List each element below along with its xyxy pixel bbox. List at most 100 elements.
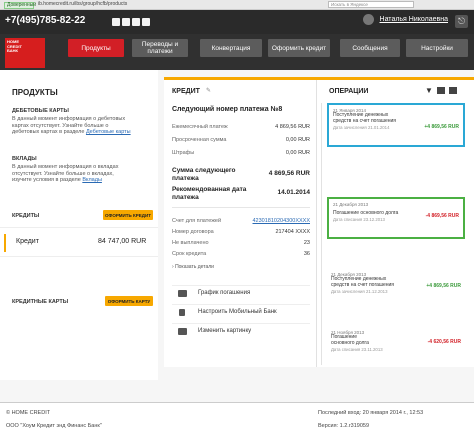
footer-last-login: Последний вход: 20 января 2014 г., 12:53 (318, 410, 424, 416)
tab-products[interactable]: Продукты (68, 39, 124, 57)
credit-item-label: Кредит (16, 238, 39, 245)
tab-messages[interactable]: Сообщения (340, 39, 400, 57)
footer-company: ООО "Хоум Кредит энд Финанс Банк" (6, 423, 102, 429)
operation-item[interactable]: 21 Ноября 2013 Погашение основного долга… (327, 327, 465, 361)
row-value: 0,00 RUR (285, 137, 310, 143)
address-bar[interactable]: ib.homecredit.ru/ibs/group/hcfb/products (38, 1, 127, 7)
products-title: ПРОДУКТЫ (12, 88, 58, 97)
footer: © HOME CREDIT ООО "Хоум Кредит энд Финан… (0, 402, 474, 439)
tab-settings[interactable]: Настройки (406, 39, 468, 57)
odnoklassniki-icon[interactable] (142, 18, 150, 26)
operation-amount: +4 869,56 RUR (424, 124, 459, 130)
operation-hint: Дата списания 23.11.2013 (331, 346, 383, 352)
operation-amount: -4 620,56 RUR (427, 339, 461, 345)
main-nav: HOME CREDIT БАНК Продукты Переводы и пла… (0, 34, 474, 70)
change-picture-button[interactable]: Изменить картинку (172, 323, 310, 338)
mobile-bank-button[interactable]: Настроить Мобильный Банк (172, 304, 310, 319)
account-number-link[interactable]: 42301810204300XXXX (253, 218, 311, 224)
user-name-link[interactable]: Наталья Николаевна (380, 16, 448, 23)
operations-header: ОПЕРАЦИИ ▼ (317, 77, 474, 97)
timeline-line (321, 103, 322, 365)
row-unpaid: Не выплачено 23 (172, 240, 310, 249)
credit-header: КРЕДИТ ✎ (164, 77, 317, 97)
row-value: 217404 XXXX (275, 229, 310, 235)
image-icon (178, 328, 187, 335)
operations-title: ОПЕРАЦИИ (329, 88, 369, 95)
debit-cards-link[interactable]: Дебетовые карты (86, 129, 131, 135)
logo-line: БАНК (7, 48, 18, 54)
pencil-icon[interactable]: ✎ (206, 87, 211, 94)
row-label: Срок кредита (172, 251, 207, 257)
deposits-link[interactable]: Вклады (82, 177, 102, 183)
chevron-right-icon: › (172, 264, 174, 270)
deposits-title: ВКЛАДЫ (12, 156, 37, 162)
next-sum-row: Сумма следующего платежа 4 869,56 RUR (172, 167, 310, 182)
footer-version: Версия: 1.2.r319059 (318, 423, 370, 429)
next-sum-value: 4 869,56 RUR (268, 170, 310, 177)
operation-item[interactable]: 21 Декабря 2013 Погашение основного долг… (327, 197, 465, 239)
credit-title: КРЕДИТ (172, 88, 200, 95)
phone-icon (179, 309, 185, 316)
footer-copyright: © HOME CREDIT (6, 410, 51, 416)
action-label: Настроить Мобильный Банк (198, 309, 277, 315)
row-label: Счет для платежей (172, 218, 222, 224)
debit-cards-text: В данный момент информация о дебетовых к… (12, 116, 154, 136)
repayment-schedule-button[interactable]: График погашения (172, 285, 310, 300)
credit-product-row[interactable]: Кредит 84 747,00 RUR (0, 227, 158, 257)
row-value: 4 869,56 RUR (275, 124, 310, 130)
row-account: Счет для платежей 42301810204300XXXX (172, 218, 310, 227)
row-value: 36 (303, 251, 310, 257)
row-label: Ежемесячный платеж (172, 124, 228, 130)
tab-transfers[interactable]: Переводы и платежи (132, 39, 188, 57)
rec-date-value: 14.01.2014 (277, 189, 310, 196)
row-value: 23 (303, 240, 310, 246)
show-details-label: Показать детали (175, 264, 214, 270)
twitter-icon[interactable] (132, 18, 140, 26)
logout-icon[interactable]: ⎋ (455, 15, 468, 28)
print-icon[interactable] (449, 87, 457, 94)
tab-apply-credit[interactable]: Оформить кредит (268, 39, 330, 57)
home-credit-logo[interactable]: HOME CREDIT БАНК (5, 38, 45, 68)
credit-cards-title: КРЕДИТНЫЕ КАРТЫ (12, 299, 69, 305)
credit-item-amount: 84 747,00 RUR (98, 238, 147, 245)
credit-panel: КРЕДИТ ✎ Следующий номер платежа №8 Ежем… (164, 77, 317, 367)
apply-card-button[interactable]: ОФОРМИТЬ КАРТУ (105, 296, 153, 306)
apply-credit-button[interactable]: ОФОРМИТЬ КРЕДИТ (103, 210, 153, 220)
browser-bar: Доверенный ib.homecredit.ru/ibs/group/hc… (0, 0, 474, 10)
action-label: График погашения (198, 290, 251, 296)
hotline-phone: +7(495)785-82-22 (5, 15, 86, 26)
row-label: Штрафы (172, 150, 195, 156)
calendar-icon[interactable] (437, 87, 445, 94)
tab-conversion[interactable]: Конвертация (200, 39, 262, 57)
operation-hint: Дата зачисления 21.12.2013 (331, 288, 388, 294)
vk-icon[interactable] (122, 18, 130, 26)
operation-amount: -4 869,56 RUR (425, 213, 459, 219)
secure-badge: Доверенный (4, 2, 36, 9)
browser-search-input[interactable]: Искать в Яндексе (328, 1, 414, 8)
rec-date-row: Рекомендованная дата платежа 14.01.2014 (172, 186, 310, 201)
divider (172, 207, 310, 208)
operation-amount: +4 869,56 RUR (426, 283, 461, 289)
operation-item[interactable]: 21 Января 2014 Поступление денежных сред… (327, 103, 465, 147)
operation-item[interactable]: 21 Декабря 2013 Поступление денежных сре… (327, 269, 465, 305)
row-label: Не выплачено (172, 240, 209, 246)
next-payment-number: Следующий номер платежа №8 (172, 106, 283, 113)
row-contract: Номер договора 217404 XXXX (172, 229, 310, 238)
row-overdue: Просроченная сумма 0,00 RUR (172, 137, 310, 146)
text-line: дебетовых картах в разделе (12, 129, 85, 135)
row-label: Просроченная сумма (172, 137, 227, 143)
row-monthly-payment: Ежемесячный платеж 4 869,56 RUR (172, 124, 310, 133)
debit-cards-title: ДЕБЕТОВЫЕ КАРТЫ (12, 108, 69, 114)
filter-icon[interactable]: ▼ (425, 86, 433, 95)
action-label: Изменить картинку (198, 328, 252, 334)
show-details-link[interactable]: › Показать детали (172, 264, 214, 270)
top-bar: +7(495)785-82-22 Наталья Николаевна ⎋ (0, 10, 474, 34)
row-label: Номер договора (172, 229, 214, 235)
deposits-text: В данный момент информация о вкладах отс… (12, 164, 154, 184)
operation-date: 21 Декабря 2013 (333, 202, 369, 207)
avatar (363, 14, 374, 25)
row-value: 0,00 RUR (285, 150, 310, 156)
products-sidebar: ПРОДУКТЫ ДЕБЕТОВЫЕ КАРТЫ В данный момент… (0, 70, 158, 380)
row-fines: Штрафы 0,00 RUR (172, 150, 310, 159)
facebook-icon[interactable] (112, 18, 120, 26)
